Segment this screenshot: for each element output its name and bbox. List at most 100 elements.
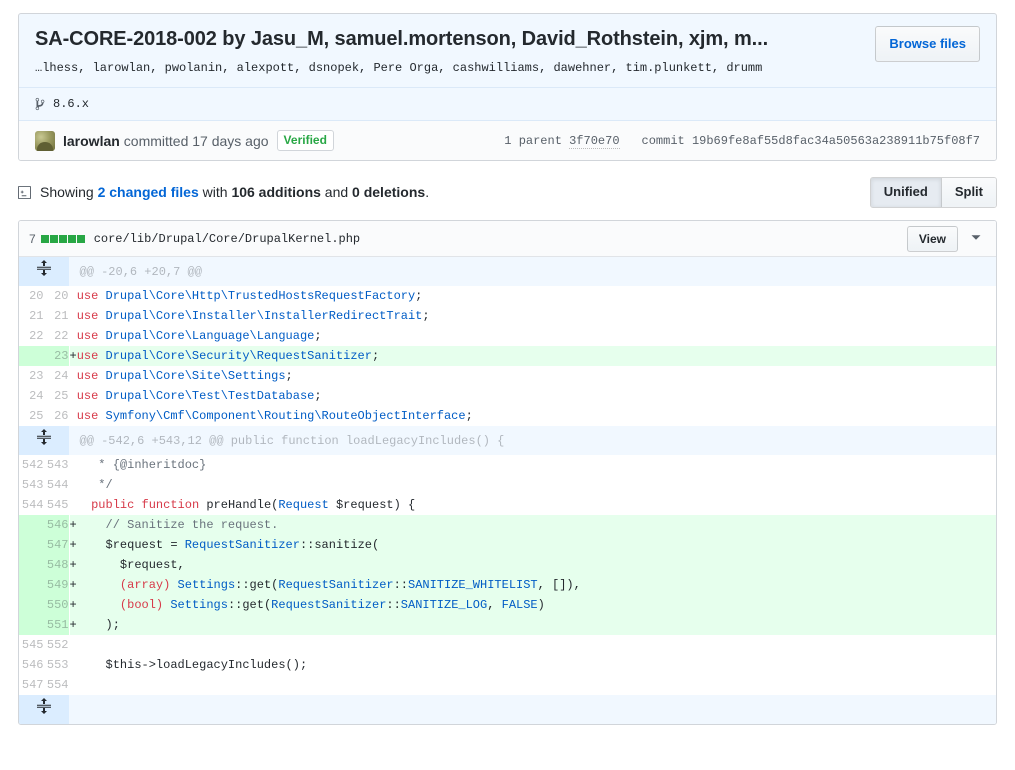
view-button[interactable]: View <box>907 226 958 252</box>
diff-line-code: + $request, <box>69 555 996 575</box>
expand-hunk-button[interactable] <box>19 257 69 286</box>
deletions-count: 0 deletions <box>352 184 425 200</box>
line-number-old[interactable]: 21 <box>19 306 44 326</box>
line-number-new[interactable]: 543 <box>44 455 69 475</box>
expand-hunk-button[interactable] <box>19 426 69 455</box>
changed-files-link[interactable]: 2 changed files <box>98 184 199 200</box>
unfold-icon[interactable] <box>37 698 51 714</box>
commit-time: committed 17 days ago <box>124 133 269 149</box>
diff-line-context: 546553 $this->loadLegacyIncludes(); <box>19 655 996 675</box>
diffstat-square-add <box>50 235 58 243</box>
commit-author[interactable]: larowlan <box>63 133 120 149</box>
commit-sha[interactable]: 19b69fe8af55d8fac34a50563a238911b75f08f7 <box>692 134 980 148</box>
line-number-new[interactable]: 547 <box>44 535 69 555</box>
expand-hunk-button[interactable] <box>19 695 69 724</box>
line-number-old[interactable]: 545 <box>19 635 44 655</box>
line-number-old[interactable]: 543 <box>19 475 44 495</box>
tab-unified[interactable]: Unified <box>871 178 941 207</box>
line-number-new[interactable]: 20 <box>44 286 69 306</box>
diffstat-square-add <box>77 235 85 243</box>
diff-line-code: + (array) Settings::get(RequestSanitizer… <box>69 575 996 595</box>
line-number-new[interactable]: 551 <box>44 615 69 635</box>
hunk-range-text <box>69 695 996 724</box>
line-number-new[interactable]: 545 <box>44 495 69 515</box>
diff-line-context: 544545 public function preHandle(Request… <box>19 495 996 515</box>
parent-block: 1 parent 3f70e70 <box>504 134 619 148</box>
file-header-actions: View <box>907 226 986 252</box>
line-number-new[interactable]: 549 <box>44 575 69 595</box>
file-path[interactable]: core/lib/Drupal/Core/DrupalKernel.php <box>94 232 360 246</box>
line-number-old[interactable]: 22 <box>19 326 44 346</box>
diff-hunk-header: @@ -542,6 +543,12 @@ public function loa… <box>19 426 996 455</box>
diff-line-added: 547+ $request = RequestSanitizer::saniti… <box>19 535 996 555</box>
line-number-old[interactable]: 547 <box>19 675 44 695</box>
line-number-new[interactable]: 544 <box>44 475 69 495</box>
line-number-new[interactable]: 23 <box>44 346 69 366</box>
diff-line-added: 550+ (bool) Settings::get(RequestSanitiz… <box>19 595 996 615</box>
diffstat-square-add <box>41 235 49 243</box>
line-number-new[interactable]: 553 <box>44 655 69 675</box>
commit-title-row: SA-CORE-2018-002 by Jasu_M, samuel.morte… <box>19 14 996 87</box>
showing-label: Showing <box>40 184 94 200</box>
diff-toolbar: Showing 2 changed files with 106 additio… <box>18 177 997 207</box>
unfold-icon[interactable] <box>37 429 51 445</box>
line-number-old[interactable]: 544 <box>19 495 44 515</box>
line-number-new[interactable]: 546 <box>44 515 69 535</box>
parent-label: 1 parent <box>504 134 562 148</box>
line-number-new[interactable]: 25 <box>44 386 69 406</box>
diff-line-code: + (bool) Settings::get(RequestSanitizer:… <box>69 595 996 615</box>
line-number-old[interactable]: 20 <box>19 286 44 306</box>
line-number-new[interactable]: 22 <box>44 326 69 346</box>
parent-sha[interactable]: 3f70e70 <box>569 134 619 149</box>
diff-line-context: 2020 use Drupal\Core\Http\TrustedHostsRe… <box>19 286 996 306</box>
browse-files-button[interactable]: Browse files <box>875 26 980 62</box>
line-number-new[interactable]: 26 <box>44 406 69 426</box>
line-number-old[interactable] <box>19 615 44 635</box>
tab-split[interactable]: Split <box>941 178 996 207</box>
diff-line-code: use Drupal\Core\Site\Settings; <box>69 366 996 386</box>
file-header: 7 core/lib/Drupal/Core/DrupalKernel.php … <box>19 221 996 257</box>
commit-subtitle: …lhess, larowlan, pwolanin, alexpott, ds… <box>35 60 865 77</box>
line-number-old[interactable] <box>19 555 44 575</box>
period: . <box>425 184 429 200</box>
line-number-old[interactable] <box>19 515 44 535</box>
commit-title-wrap: SA-CORE-2018-002 by Jasu_M, samuel.morte… <box>35 26 875 77</box>
diff-line-context: 2121 use Drupal\Core\Installer\Installer… <box>19 306 996 326</box>
diff-line-code: $this->loadLegacyIncludes(); <box>69 655 996 675</box>
unfold-icon[interactable] <box>37 260 51 276</box>
diff-summary: Showing 2 changed files with 106 additio… <box>18 184 429 200</box>
diffstat-square-add <box>68 235 76 243</box>
verified-badge[interactable]: Verified <box>277 130 334 151</box>
branch-name[interactable]: 8.6.x <box>53 97 89 111</box>
diff-table: @@ -20,6 +20,7 @@2020 use Drupal\Core\Ht… <box>19 257 996 724</box>
line-number-new[interactable]: 21 <box>44 306 69 326</box>
line-number-old[interactable]: 546 <box>19 655 44 675</box>
file-diff-icon <box>18 184 32 200</box>
line-number-old[interactable]: 25 <box>19 406 44 426</box>
line-number-old[interactable]: 542 <box>19 455 44 475</box>
line-number-new[interactable]: 550 <box>44 595 69 615</box>
diff-line-code: + // Sanitize the request. <box>69 515 996 535</box>
avatar[interactable] <box>35 131 55 151</box>
line-number-new[interactable]: 548 <box>44 555 69 575</box>
commit-page: SA-CORE-2018-002 by Jasu_M, samuel.morte… <box>0 13 1015 770</box>
commit-sha-group: 1 parent 3f70e70 commit 19b69fe8af55d8fa… <box>504 134 980 148</box>
line-number-old[interactable]: 24 <box>19 386 44 406</box>
chevron-down-icon[interactable] <box>970 233 982 245</box>
diff-line-added: 548+ $request, <box>19 555 996 575</box>
diff-view-toggle: Unified Split <box>870 177 997 208</box>
line-number-old[interactable] <box>19 575 44 595</box>
line-number-old[interactable] <box>19 535 44 555</box>
line-number-new[interactable]: 554 <box>44 675 69 695</box>
line-number-old[interactable] <box>19 595 44 615</box>
diff-line-code <box>69 635 996 655</box>
line-number-old[interactable] <box>19 346 44 366</box>
diff-line-context: 542543 * {@inheritdoc} <box>19 455 996 475</box>
diff-line-code: use Drupal\Core\Language\Language; <box>69 326 996 346</box>
line-number-new[interactable]: 24 <box>44 366 69 386</box>
line-number-old[interactable]: 23 <box>19 366 44 386</box>
diff-line-context: 2425 use Drupal\Core\Test\TestDatabase; <box>19 386 996 406</box>
diff-line-context: 2324 use Drupal\Core\Site\Settings; <box>19 366 996 386</box>
diffstat-square-add <box>59 235 67 243</box>
line-number-new[interactable]: 552 <box>44 635 69 655</box>
